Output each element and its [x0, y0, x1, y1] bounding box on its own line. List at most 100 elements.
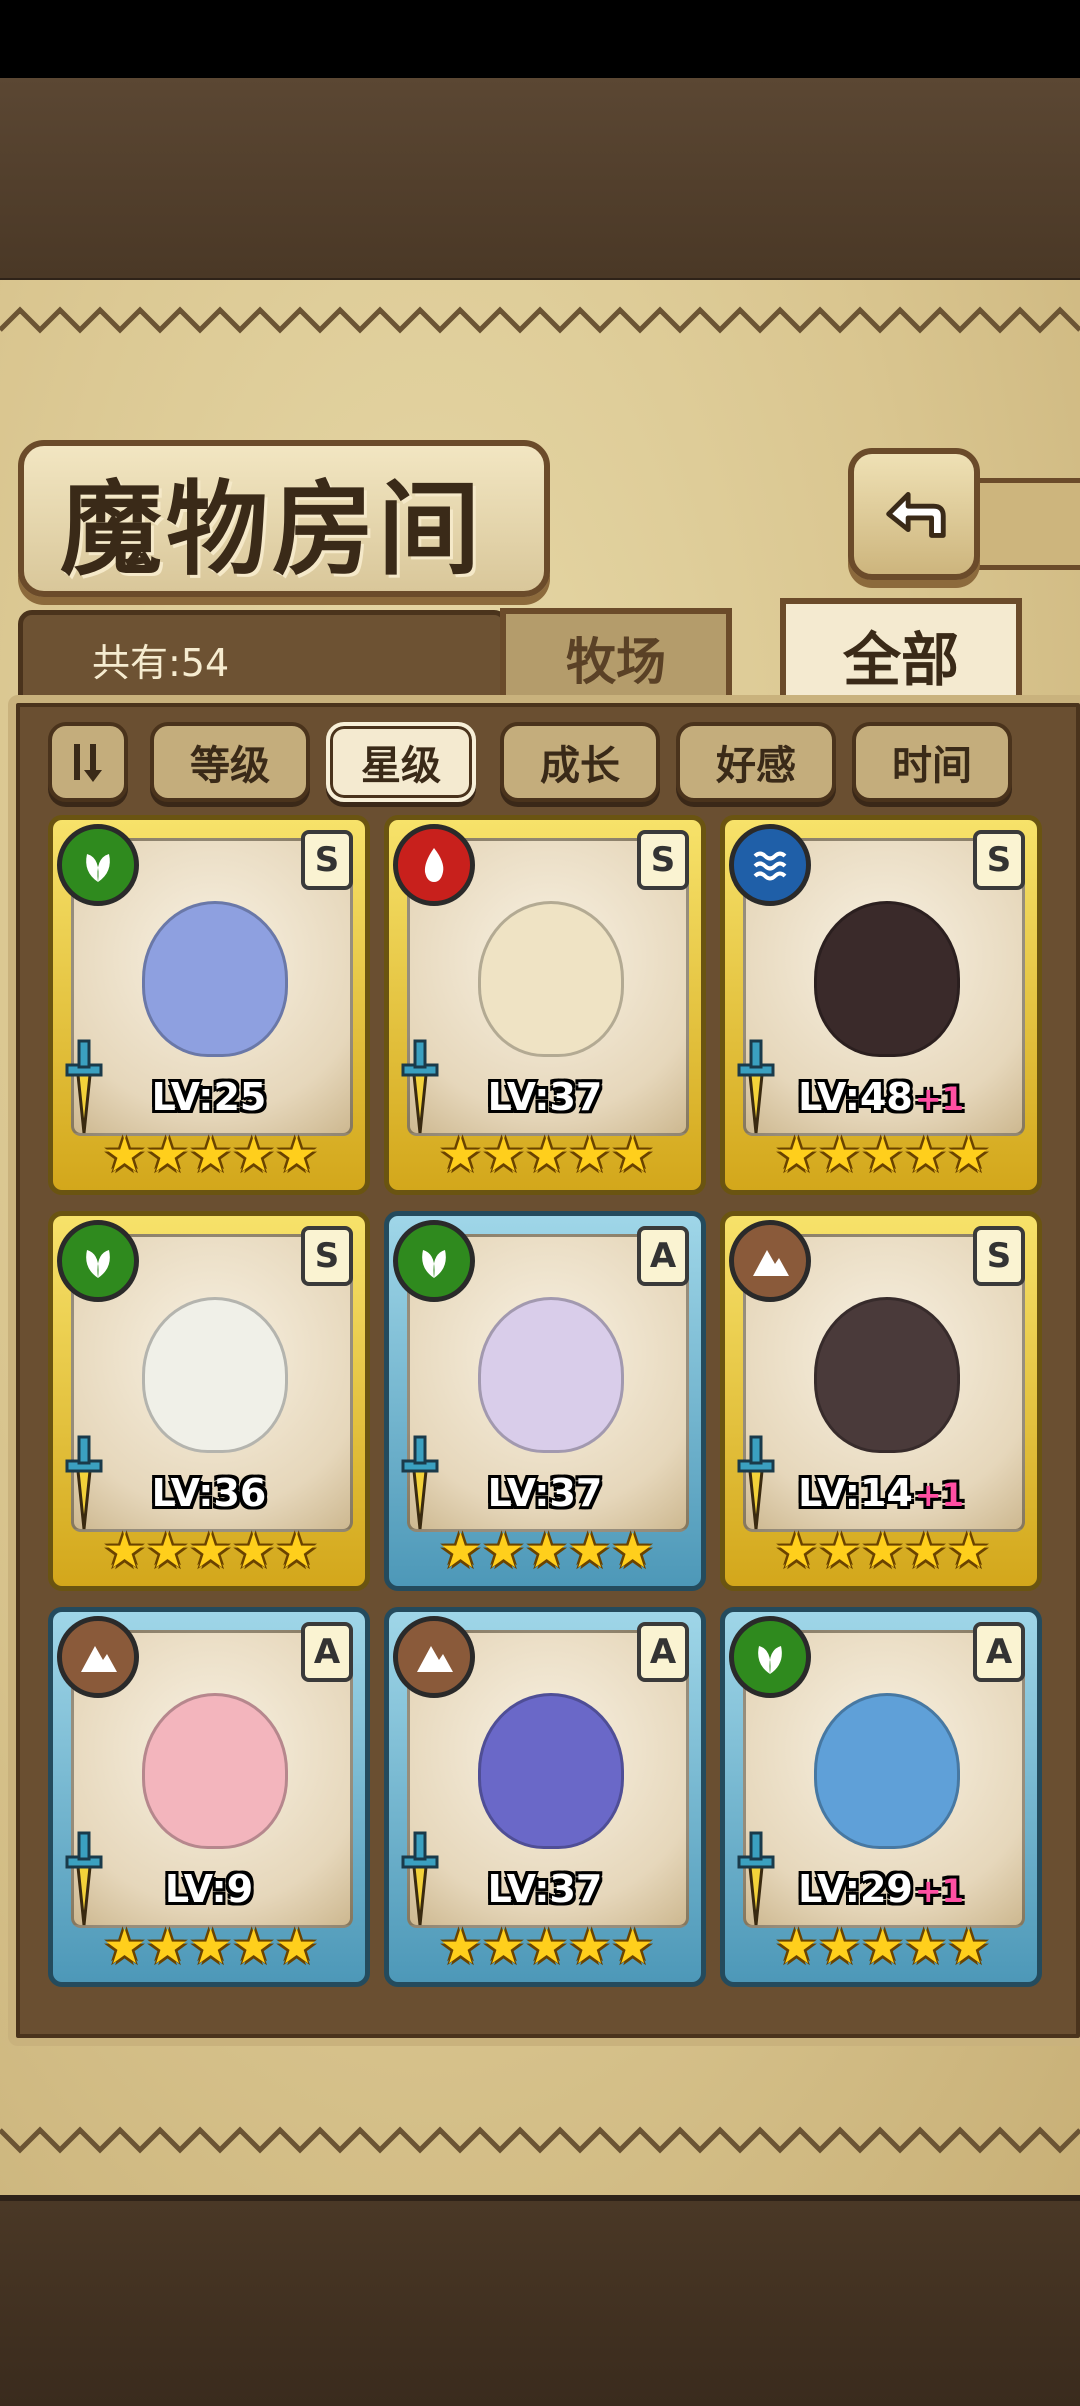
monster-count: 共有:54 — [92, 641, 230, 685]
parchment-top-edge — [0, 306, 1080, 334]
star-icon: ★ — [103, 1523, 147, 1579]
monster-card[interactable]: A LV:37 ★ ★ ★ ★ ★ — [384, 1211, 706, 1591]
star-icon: ★ — [232, 1523, 276, 1579]
level-text: LV:9 — [164, 1867, 254, 1911]
rank-badge: A — [973, 1622, 1025, 1682]
monster-level: LV:37 — [389, 1075, 701, 1119]
star-icon: ★ — [275, 1919, 319, 1975]
star-icon: ★ — [439, 1127, 483, 1183]
tab-all[interactable]: 全部 — [780, 598, 1022, 706]
rank-badge: S — [973, 1226, 1025, 1286]
star-icon: ★ — [818, 1919, 862, 1975]
star-icon: ★ — [568, 1919, 612, 1975]
star-icon: ★ — [482, 1127, 526, 1183]
level-text: LV:37 — [487, 1075, 603, 1119]
rank-badge: A — [301, 1622, 353, 1682]
tab-pasture[interactable]: 牧场 — [500, 608, 732, 702]
map-background-top — [0, 78, 1080, 284]
monster-level: LV:37 — [389, 1867, 701, 1911]
level-text: LV:25 — [151, 1075, 267, 1119]
star-icon: ★ — [525, 1919, 569, 1975]
star-icon: ★ — [904, 1523, 948, 1579]
status-bar — [0, 0, 1080, 78]
star-rating: ★ ★ ★ ★ ★ — [439, 1919, 654, 1975]
star-icon: ★ — [861, 1127, 905, 1183]
rank-badge: S — [973, 830, 1025, 890]
nature-element-icon — [57, 824, 139, 906]
monster-card[interactable]: A LV:29+1 ★ ★ ★ ★ ★ — [720, 1607, 1042, 1987]
level-bonus: +1 — [914, 1476, 964, 1514]
star-icon: ★ — [146, 1127, 190, 1183]
monster-face — [142, 1297, 288, 1453]
star-rating: ★ ★ ★ ★ ★ — [103, 1127, 319, 1183]
star-icon: ★ — [525, 1523, 569, 1579]
sort-order-icon — [74, 744, 102, 782]
star-rating: ★ ★ ★ ★ ★ — [775, 1523, 991, 1579]
water-element-icon — [729, 824, 811, 906]
monster-face — [814, 1297, 960, 1453]
rank-badge: S — [637, 830, 689, 890]
star-rating: ★ ★ ★ ★ ★ — [775, 1919, 990, 1975]
nature-element-icon — [729, 1616, 811, 1698]
monster-level: LV:29+1 — [725, 1867, 1037, 1911]
earth-element-icon — [729, 1220, 811, 1302]
earth-element-icon — [57, 1616, 139, 1698]
monster-level: LV:37 — [389, 1471, 701, 1515]
star-icon: ★ — [525, 1127, 569, 1183]
star-icon: ★ — [189, 1127, 233, 1183]
monster-level: LV:48+1 — [725, 1075, 1037, 1119]
star-icon: ★ — [275, 1127, 319, 1183]
star-icon: ★ — [861, 1523, 905, 1579]
page-title: 魔物房间 — [60, 470, 484, 590]
star-icon: ★ — [947, 1523, 991, 1579]
rank-badge: S — [301, 830, 353, 890]
filter-level[interactable]: 等级 — [150, 722, 310, 802]
fire-element-icon — [393, 824, 475, 906]
level-text: LV:14 — [798, 1471, 913, 1515]
level-bonus: +1 — [914, 1872, 964, 1910]
sort-order-button[interactable] — [48, 722, 128, 802]
star-rating: ★ ★ ★ ★ ★ — [103, 1919, 319, 1975]
monster-card[interactable]: S LV:14+1 ★ ★ ★ ★ ★ — [720, 1211, 1042, 1591]
star-icon: ★ — [189, 1523, 233, 1579]
star-icon: ★ — [146, 1919, 190, 1975]
star-icon: ★ — [947, 1127, 991, 1183]
monster-face — [142, 1693, 288, 1849]
star-icon: ★ — [904, 1127, 948, 1183]
monster-card[interactable]: S LV:37 ★ ★ ★ ★ ★ — [384, 815, 706, 1195]
level-text: LV:37 — [487, 1471, 603, 1515]
back-button[interactable] — [848, 448, 980, 580]
star-icon: ★ — [482, 1919, 526, 1975]
monster-face — [142, 901, 288, 1057]
level-text: LV:36 — [151, 1471, 267, 1515]
star-rating: ★ ★ ★ ★ ★ — [775, 1127, 991, 1183]
monster-card[interactable]: S LV:36 ★ ★ ★ ★ ★ — [48, 1211, 370, 1591]
star-icon: ★ — [275, 1523, 319, 1579]
star-rating: ★ ★ ★ ★ ★ — [439, 1127, 654, 1183]
star-icon: ★ — [818, 1523, 862, 1579]
monster-level: LV:36 — [53, 1471, 365, 1515]
return-arrow-icon — [886, 492, 946, 538]
star-icon: ★ — [146, 1523, 190, 1579]
star-icon: ★ — [818, 1127, 862, 1183]
star-icon: ★ — [611, 1523, 655, 1579]
earth-element-icon — [393, 1616, 475, 1698]
monster-card[interactable]: S LV:25 ★ ★ ★ ★ ★ — [48, 815, 370, 1195]
filter-time[interactable]: 时间 — [852, 722, 1012, 802]
filter-affection[interactable]: 好感 — [676, 722, 836, 802]
filter-star[interactable]: 星级 — [326, 722, 476, 802]
star-icon: ★ — [103, 1919, 147, 1975]
level-bonus: +1 — [914, 1080, 964, 1118]
back-button-rail — [968, 478, 1080, 570]
monster-level: LV:25 — [53, 1075, 365, 1119]
monster-card[interactable]: A LV:9 ★ ★ ★ ★ ★ — [48, 1607, 370, 1987]
star-icon: ★ — [904, 1919, 948, 1975]
sort-filter-row: 等级 星级 成长 好感 时间 — [48, 722, 1048, 802]
monster-face — [814, 1693, 960, 1849]
star-rating: ★ ★ ★ ★ ★ — [439, 1523, 655, 1579]
monster-card[interactable]: S LV:48+1 ★ ★ ★ ★ ★ — [720, 815, 1042, 1195]
monster-card[interactable]: A LV:37 ★ ★ ★ ★ ★ — [384, 1607, 706, 1987]
monster-face — [478, 1297, 624, 1453]
filter-growth[interactable]: 成长 — [500, 722, 660, 802]
star-icon: ★ — [189, 1919, 233, 1975]
